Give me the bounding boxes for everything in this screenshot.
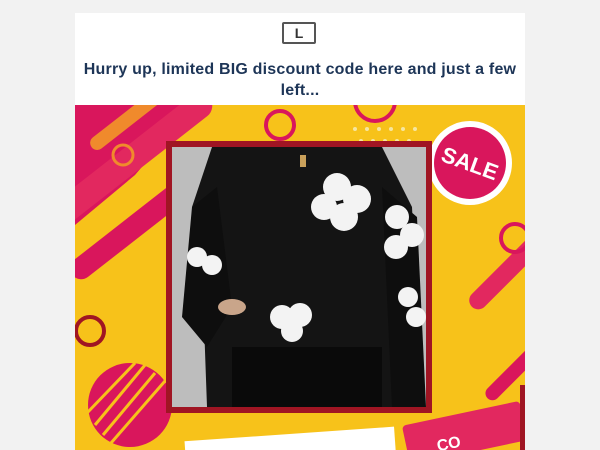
promo-banner[interactable]: SALE CO <box>75 105 525 450</box>
headline: Hurry up, limited BIG discount code here… <box>83 61 517 99</box>
product-photo[interactable] <box>172 147 426 407</box>
sweater-image <box>172 147 426 407</box>
product-frame <box>166 141 432 413</box>
sale-badge: SALE <box>428 121 512 205</box>
email-card: L Hurry up, limited BIG discount code he… <box>75 13 525 450</box>
brand-logo[interactable]: L <box>282 22 316 44</box>
